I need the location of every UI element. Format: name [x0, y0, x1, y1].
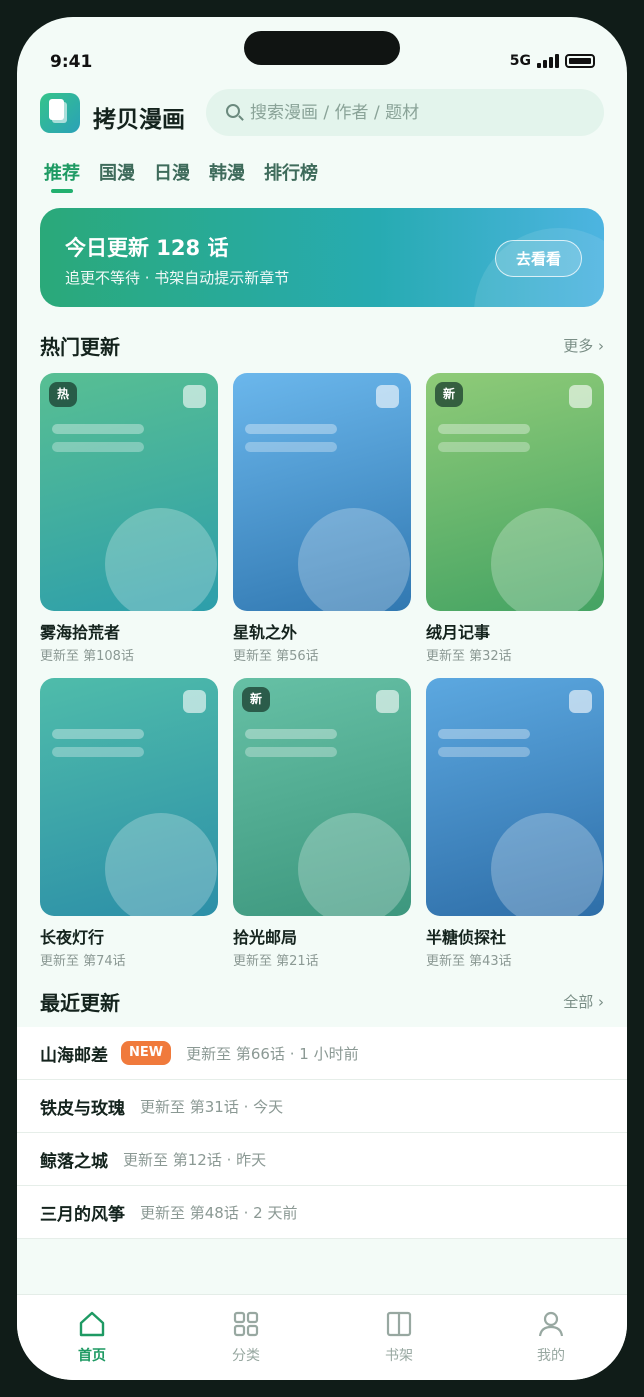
comic-cover: 新	[426, 373, 604, 611]
comic-title: 长夜灯行	[40, 928, 105, 947]
new-badge: 新	[242, 687, 270, 712]
book-icon	[359, 1309, 439, 1339]
hot-badge: 热	[49, 382, 77, 407]
comic-cover	[233, 373, 411, 611]
tab-japanese[interactable]: 日漫	[154, 159, 190, 193]
comic-progress: 更新至 第74话	[40, 954, 126, 969]
recent-title: 铁皮与玫瑰	[40, 1098, 125, 1119]
search-bar[interactable]	[206, 89, 604, 136]
comic-card[interactable]: 半糖侦探社 更新至 第43话	[426, 678, 604, 969]
bookmark-icon[interactable]	[183, 385, 206, 408]
comic-card[interactable]: 新 绒月记事 更新至 第32话	[426, 373, 604, 664]
tab-korean[interactable]: 韩漫	[209, 159, 245, 193]
app-name: 拷贝漫画	[93, 107, 185, 133]
recent-title: 三月的风筝	[40, 1204, 125, 1225]
bookmark-icon[interactable]	[376, 690, 399, 713]
recent-list: 山海邮差 NEW 更新至 第66话 · 1 小时前 铁皮与玫瑰 更新至 第31话…	[17, 1027, 627, 1239]
list-item[interactable]: 鲸落之城 更新至 第12话 · 昨天	[17, 1133, 627, 1186]
comic-title: 星轨之外	[233, 623, 298, 642]
recent-meta: 更新至 第31话 · 今天	[140, 1097, 284, 1116]
app-header: 拷贝漫画	[40, 89, 604, 139]
recent-meta: 更新至 第12话 · 昨天	[123, 1150, 267, 1169]
comic-card[interactable]: 新 拾光邮局 更新至 第21话	[233, 678, 411, 969]
tabbar-home-label: 首页	[78, 1348, 106, 1364]
tabbar-category[interactable]: 分类	[206, 1309, 286, 1365]
bookmark-icon[interactable]	[569, 690, 592, 713]
recent-title: 山海邮差	[40, 1045, 108, 1066]
new-badge: 新	[435, 382, 463, 407]
status-time: 9:41	[50, 52, 93, 72]
comic-progress: 更新至 第43话	[426, 954, 512, 969]
comic-card[interactable]: 热 雾海拾荒者 更新至 第108话	[40, 373, 218, 664]
list-item[interactable]: 三月的风筝 更新至 第48话 · 2 天前	[17, 1186, 627, 1239]
banner-go-button[interactable]: 去看看	[495, 240, 582, 277]
comic-card[interactable]: 星轨之外 更新至 第56话	[233, 373, 411, 664]
comic-title: 拾光邮局	[233, 928, 298, 947]
comic-cover	[40, 678, 218, 916]
list-item[interactable]: 山海邮差 NEW 更新至 第66话 · 1 小时前	[17, 1027, 627, 1080]
hot-section-header: 热门更新 更多 ›	[40, 331, 604, 361]
search-input[interactable]	[250, 89, 588, 136]
category-tabs: 推荐 国漫 日漫 韩漫 排行榜	[44, 159, 318, 193]
bookmark-icon[interactable]	[183, 690, 206, 713]
comic-progress: 更新至 第32话	[426, 649, 512, 664]
app-logo-icon	[40, 93, 80, 133]
tab-ranking[interactable]: 排行榜	[264, 159, 318, 193]
recent-all-link[interactable]: 全部 ›	[563, 991, 604, 1012]
tabbar-mine[interactable]: 我的	[511, 1309, 591, 1365]
comic-card[interactable]: 长夜灯行 更新至 第74话	[40, 678, 218, 969]
home-icon	[52, 1309, 132, 1339]
status-bar: 9:41 5G	[17, 52, 627, 72]
recent-section-title: 最近更新	[40, 991, 120, 1015]
tabbar-home[interactable]: 首页	[52, 1309, 132, 1365]
bookmark-icon[interactable]	[569, 385, 592, 408]
comic-progress: 更新至 第108话	[40, 649, 134, 664]
comic-title: 绒月记事	[426, 623, 491, 642]
phone-screen: 9:41 5G 拷贝漫画 推荐 国漫 日漫 韩漫 排行榜 今日更新 128 话 …	[17, 17, 627, 1380]
tab-domestic[interactable]: 国漫	[99, 159, 135, 193]
tabbar-mine-label: 我的	[537, 1348, 565, 1364]
comic-cover	[426, 678, 604, 916]
recent-meta: 更新至 第48话 · 2 天前	[140, 1203, 298, 1222]
battery-icon	[565, 54, 595, 68]
banner-title: 今日更新 128 话	[65, 236, 229, 260]
recent-section-header: 最近更新 全部 ›	[40, 987, 604, 1017]
hot-section-title: 热门更新	[40, 335, 120, 359]
tab-recommend[interactable]: 推荐	[44, 159, 80, 193]
banner-subtitle: 追更不等待 · 书架自动提示新章节	[65, 269, 290, 287]
signal-icon	[537, 54, 559, 68]
new-badge: NEW	[121, 1041, 172, 1065]
bookmark-icon[interactable]	[376, 385, 399, 408]
list-item[interactable]: 铁皮与玫瑰 更新至 第31话 · 今天	[17, 1080, 627, 1133]
tabbar-shelf[interactable]: 书架	[359, 1309, 439, 1365]
comic-progress: 更新至 第21话	[233, 954, 319, 969]
recent-meta: 更新至 第66话 · 1 小时前	[186, 1044, 359, 1063]
comic-cover: 热	[40, 373, 218, 611]
bottom-tab-bar: 首页 分类 书架 我的	[17, 1294, 627, 1380]
user-icon	[511, 1309, 591, 1339]
tabbar-shelf-label: 书架	[385, 1348, 413, 1364]
grid-icon	[206, 1309, 286, 1339]
comic-cover: 新	[233, 678, 411, 916]
recent-title: 鲸落之城	[40, 1151, 108, 1172]
search-icon	[226, 104, 240, 118]
comic-title: 半糖侦探社	[426, 928, 507, 947]
hot-more-link[interactable]: 更多 ›	[563, 335, 604, 356]
comic-progress: 更新至 第56话	[233, 649, 319, 664]
tabbar-category-label: 分类	[232, 1348, 260, 1364]
comic-title: 雾海拾荒者	[40, 623, 121, 642]
network-label: 5G	[509, 53, 531, 69]
update-banner: 今日更新 128 话 追更不等待 · 书架自动提示新章节 去看看	[40, 208, 604, 307]
